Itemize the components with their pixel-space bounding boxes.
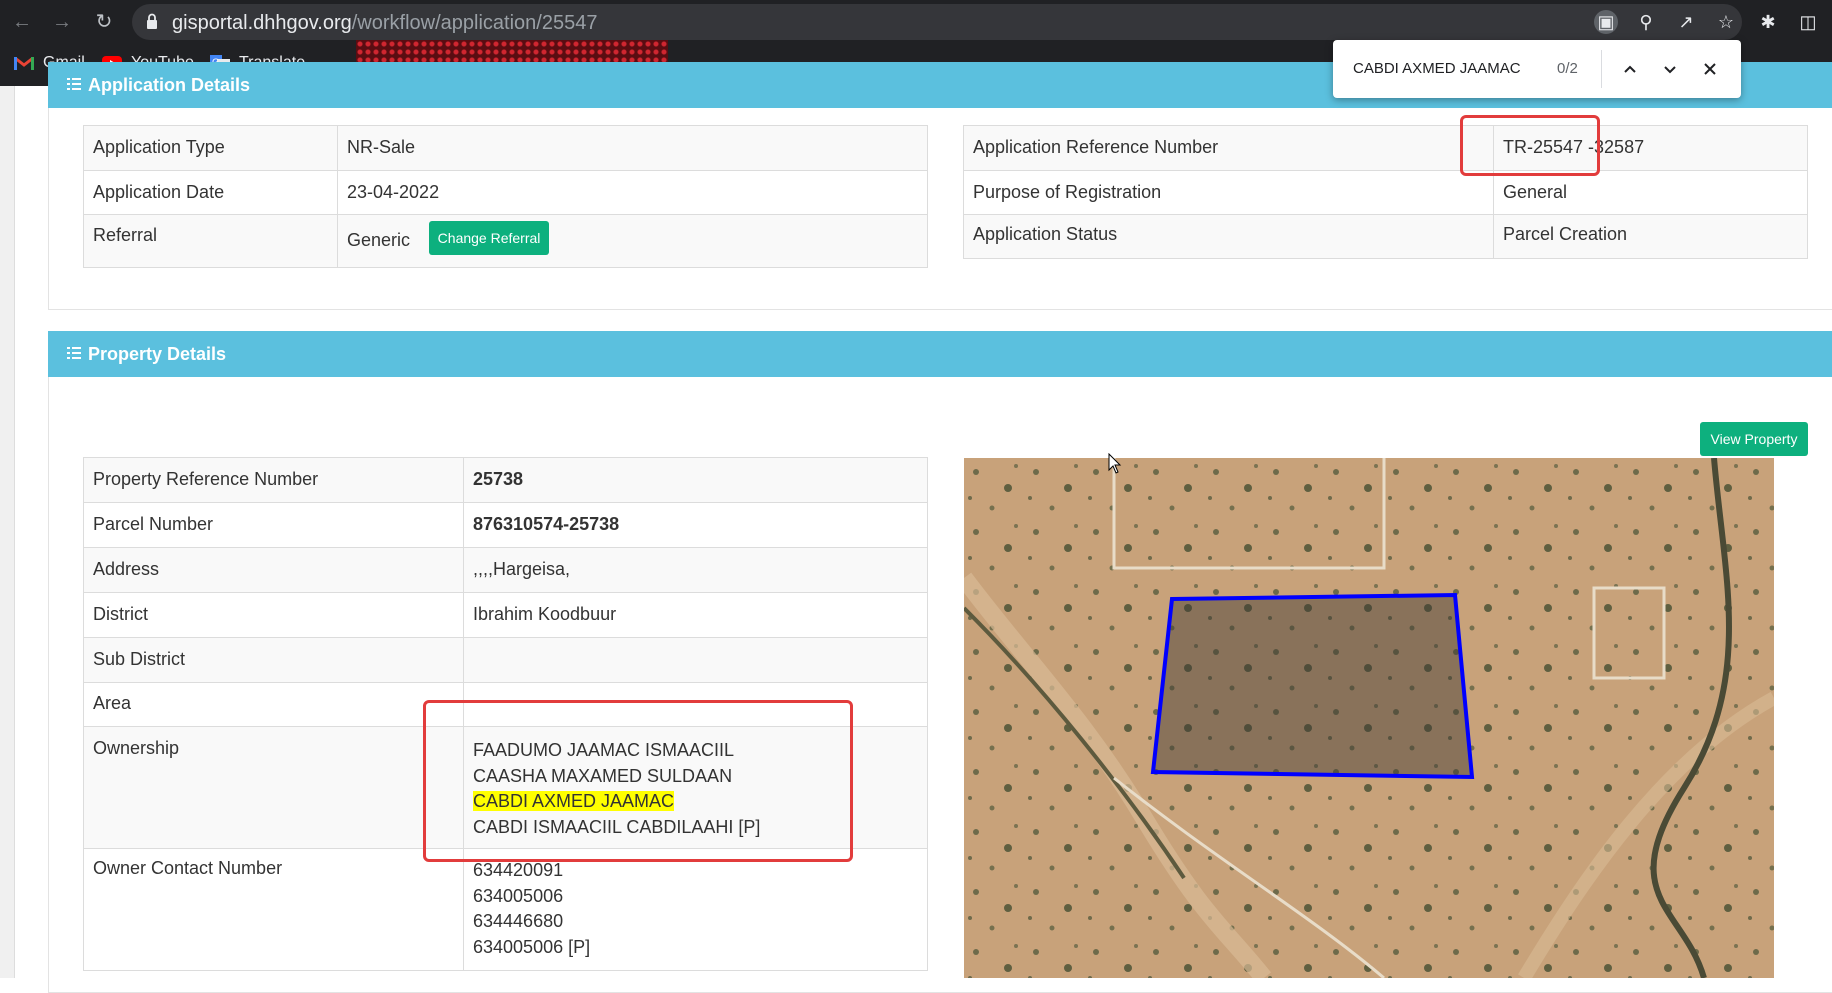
table-row: Parcel Number 876310574-25738: [83, 502, 928, 548]
chevron-up-icon[interactable]: [1617, 56, 1643, 82]
row-value: NR-Sale: [337, 125, 928, 171]
table-row: Purpose of Registration General: [963, 170, 1808, 215]
annotation-box-reference: [1460, 115, 1600, 176]
find-divider: [1601, 50, 1602, 88]
table-row: Owner Contact Number 634420091 634005006…: [83, 848, 928, 971]
bookmark-star-icon[interactable]: ☆: [1714, 10, 1738, 34]
table-row: Sub District: [83, 637, 928, 683]
contact-number: 634005006 [P]: [473, 936, 591, 957]
side-panel-icon[interactable]: ◫: [1796, 10, 1820, 34]
row-value: General: [1493, 170, 1808, 215]
left-rail: [0, 86, 15, 978]
row-label: Ownership: [83, 726, 464, 849]
close-icon[interactable]: [1697, 56, 1723, 82]
parcel-aerial-map[interactable]: [964, 458, 1774, 978]
row-label: Application Status: [963, 214, 1494, 259]
row-label: Parcel Number: [83, 502, 464, 548]
row-label: Application Reference Number: [963, 125, 1494, 171]
row-label: Referral: [83, 214, 338, 268]
change-referral-button[interactable]: Change Referral: [429, 221, 550, 255]
row-value: 23-04-2022: [337, 170, 928, 215]
mouse-cursor-icon: [1108, 453, 1122, 474]
find-in-page-bar: CABDI AXMED JAAMAC 0/2: [1333, 40, 1741, 98]
row-label: District: [83, 592, 464, 638]
referral-cell: Generic Change Referral: [337, 214, 928, 268]
list-icon: [67, 78, 81, 90]
panel-title: Application Details: [88, 75, 251, 95]
row-value: [463, 637, 928, 683]
list-icon: [67, 347, 81, 359]
panel-title: Property Details: [88, 344, 227, 364]
chevron-down-icon[interactable]: [1657, 56, 1683, 82]
reload-icon[interactable]: ↻: [92, 10, 116, 34]
parcel-boundary[interactable]: [1150, 592, 1475, 780]
row-label: Address: [83, 547, 464, 593]
find-match-count: 0/2: [1557, 60, 1578, 77]
contact-list: 634420091 634005006 634446680 634005006 …: [463, 848, 928, 971]
row-value: Ibrahim Koodbuur: [463, 592, 928, 638]
row-value: Parcel Creation: [1493, 214, 1808, 259]
application-info-table-left: Application Type NR-Sale Application Dat…: [83, 125, 928, 268]
application-info-table-right: Application Reference Number TR-25547 -3…: [963, 125, 1808, 259]
row-value: 25738: [463, 457, 928, 503]
lock-icon: [147, 13, 157, 29]
share-icon[interactable]: ↗: [1674, 10, 1698, 34]
table-row: District Ibrahim Koodbuur: [83, 592, 928, 638]
row-label: Property Reference Number: [83, 457, 464, 503]
row-value: 876310574-25738: [463, 502, 928, 548]
row-label: Purpose of Registration: [963, 170, 1494, 215]
aerial-imagery: [964, 458, 1774, 978]
contact-number: 634005006: [473, 885, 564, 906]
row-label: Area: [83, 682, 464, 727]
find-in-page-icon[interactable]: ▣: [1594, 10, 1618, 34]
row-label: Application Date: [83, 170, 338, 215]
table-row: Referral Generic Change Referral: [83, 214, 928, 268]
row-label: Owner Contact Number: [83, 848, 464, 971]
row-label: Application Type: [83, 125, 338, 171]
row-value: ,,,,Hargeisa,: [463, 547, 928, 593]
back-arrow-icon[interactable]: ←: [10, 10, 34, 34]
contact-number: 634446680: [473, 911, 564, 931]
table-row: Application Reference Number TR-25547 -3…: [963, 125, 1808, 171]
gmail-icon: [14, 56, 34, 70]
view-property-button[interactable]: View Property: [1700, 422, 1808, 456]
url-text: gisportal.dhhgov.org/workflow/applicatio…: [172, 12, 598, 34]
property-details-header: Property Details: [48, 331, 1832, 377]
table-row: Property Reference Number 25738: [83, 457, 928, 503]
table-row: Application Type NR-Sale: [83, 125, 928, 171]
address-bar[interactable]: gisportal.dhhgov.org/workflow/applicatio…: [132, 4, 1742, 40]
forward-arrow-icon[interactable]: →: [50, 10, 74, 34]
extensions-icon[interactable]: ✱: [1756, 10, 1780, 34]
table-row: Application Status Parcel Creation: [963, 214, 1808, 259]
table-row: Address ,,,,Hargeisa,: [83, 547, 928, 593]
row-label: Sub District: [83, 637, 464, 683]
row-value: Generic: [347, 229, 411, 250]
table-row: Application Date 23-04-2022: [83, 170, 928, 215]
find-input[interactable]: CABDI AXMED JAAMAC: [1353, 60, 1521, 77]
zoom-icon[interactable]: ⚲: [1634, 10, 1658, 34]
annotation-box-ownership: [423, 700, 853, 862]
